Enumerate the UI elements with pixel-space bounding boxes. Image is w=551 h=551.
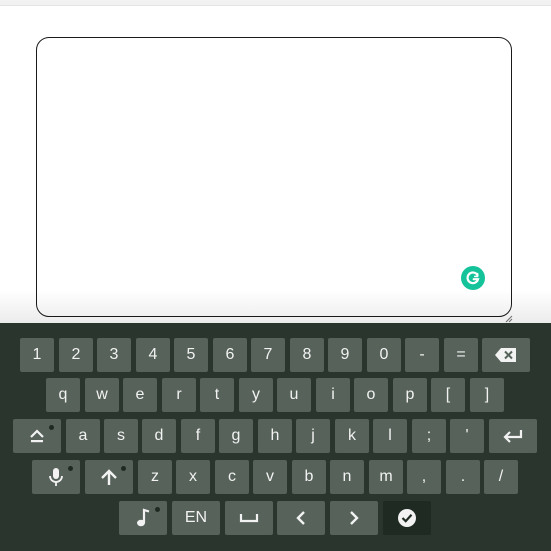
key-k[interactable]: k — [335, 419, 369, 453]
key-0[interactable]: 0 — [367, 338, 401, 372]
key-language[interactable]: EN — [172, 501, 220, 535]
key-semicolon[interactable]: ; — [412, 419, 446, 453]
key-p[interactable]: p — [393, 378, 427, 412]
key-enter[interactable] — [489, 419, 537, 453]
key-8[interactable]: 8 — [290, 338, 324, 372]
key-comma[interactable]: , — [407, 460, 441, 494]
key-bracket-right[interactable]: ] — [470, 378, 504, 412]
mic-indicator-dot — [68, 466, 73, 471]
key-o[interactable]: o — [354, 378, 388, 412]
key-equals[interactable]: = — [444, 338, 478, 372]
caps-indicator-dot — [49, 425, 54, 430]
key-7[interactable]: 7 — [251, 338, 285, 372]
key-q[interactable]: q — [46, 378, 80, 412]
microphone-icon — [48, 467, 64, 487]
key-f[interactable]: f — [181, 419, 215, 453]
key-l[interactable]: l — [373, 419, 407, 453]
chevron-left-icon — [295, 510, 307, 526]
key-h[interactable]: h — [258, 419, 292, 453]
key-done[interactable] — [383, 501, 431, 535]
top-bar — [0, 0, 551, 6]
key-period[interactable]: . — [446, 460, 480, 494]
key-n[interactable]: n — [330, 460, 364, 494]
key-w[interactable]: w — [85, 378, 119, 412]
grammarly-icon[interactable] — [461, 266, 485, 290]
key-1[interactable]: 1 — [20, 338, 54, 372]
key-6[interactable]: 6 — [213, 338, 247, 372]
key-m[interactable]: m — [369, 460, 403, 494]
key-cursor-right[interactable] — [330, 501, 378, 535]
key-caps-lock[interactable] — [13, 419, 61, 453]
resize-handle-icon[interactable] — [505, 310, 513, 323]
key-shift[interactable] — [85, 460, 133, 494]
key-b[interactable]: b — [292, 460, 326, 494]
enter-icon — [502, 428, 524, 444]
backspace-icon — [494, 347, 518, 363]
key-slash[interactable]: / — [484, 460, 518, 494]
checkmark-icon — [397, 508, 417, 528]
key-z[interactable]: z — [138, 460, 172, 494]
key-u[interactable]: u — [277, 378, 311, 412]
key-9[interactable]: 9 — [328, 338, 362, 372]
key-bracket-left[interactable]: [ — [431, 378, 465, 412]
key-j[interactable]: j — [296, 419, 330, 453]
caps-lock-icon — [29, 428, 45, 444]
key-s[interactable]: s — [104, 419, 138, 453]
key-v[interactable]: v — [253, 460, 287, 494]
key-backspace[interactable] — [482, 338, 530, 372]
key-x[interactable]: x — [176, 460, 210, 494]
on-screen-keyboard: 1 2 3 4 5 6 7 8 9 0 - = q w e r t y u i … — [0, 323, 551, 551]
space-bar-icon — [239, 513, 259, 523]
key-d[interactable]: d — [142, 419, 176, 453]
key-cursor-left[interactable] — [277, 501, 325, 535]
key-3[interactable]: 3 — [97, 338, 131, 372]
key-t[interactable]: t — [200, 378, 234, 412]
key-g[interactable]: g — [219, 419, 253, 453]
chevron-right-icon — [348, 510, 360, 526]
music-note-icon — [135, 508, 151, 528]
key-i[interactable]: i — [316, 378, 350, 412]
key-space[interactable] — [225, 501, 273, 535]
key-4[interactable]: 4 — [136, 338, 170, 372]
key-apostrophe[interactable]: ' — [450, 419, 484, 453]
shift-arrow-icon — [100, 468, 118, 486]
emoji-indicator-dot — [155, 507, 160, 512]
key-r[interactable]: r — [162, 378, 196, 412]
key-e[interactable]: e — [123, 378, 157, 412]
key-a[interactable]: a — [66, 419, 100, 453]
key-c[interactable]: c — [215, 460, 249, 494]
shift-indicator-dot — [121, 466, 126, 471]
key-minus[interactable]: - — [405, 338, 439, 372]
key-emoji[interactable] — [119, 501, 167, 535]
key-2[interactable]: 2 — [59, 338, 93, 372]
key-microphone[interactable] — [32, 460, 80, 494]
key-y[interactable]: y — [239, 378, 273, 412]
text-area[interactable] — [36, 37, 512, 317]
key-5[interactable]: 5 — [174, 338, 208, 372]
